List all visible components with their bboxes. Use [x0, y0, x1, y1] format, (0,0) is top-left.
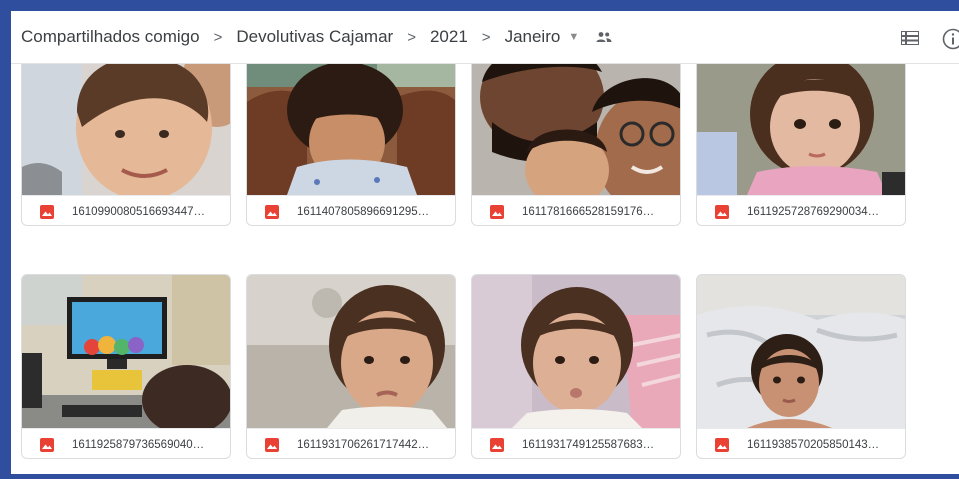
image-thumbnail — [697, 42, 905, 195]
image-file-icon — [265, 205, 279, 219]
image-file-icon — [40, 438, 54, 452]
file-card[interactable]: 1611781666528159176… — [471, 41, 681, 226]
people-icon — [595, 31, 613, 43]
file-caption: 1610990080516693447… — [22, 195, 230, 225]
breadcrumb: Compartilhados comigo > Devolutivas Caja… — [21, 27, 613, 47]
file-caption: 1611925879736569040… — [22, 428, 230, 458]
breadcrumb-separator: > — [213, 28, 223, 46]
image-thumbnail — [472, 275, 680, 428]
image-file-icon — [715, 438, 729, 452]
file-card[interactable]: 1611931706261717442… — [246, 274, 456, 459]
list-view-icon[interactable] — [900, 30, 920, 50]
image-thumbnail — [22, 275, 230, 428]
file-name: 1611407805896691295… — [297, 206, 430, 218]
image-file-icon — [715, 205, 729, 219]
breadcrumb-separator: > — [407, 28, 416, 46]
info-icon[interactable] — [942, 28, 959, 55]
image-file-icon — [490, 205, 504, 219]
breadcrumb-devolutivas-cajamar[interactable]: Devolutivas Cajamar — [236, 27, 393, 47]
file-caption: 1611938570205850143… — [697, 428, 905, 458]
breadcrumb-separator: > — [481, 28, 491, 46]
toolbar-header: Compartilhados comigo > Devolutivas Caja… — [11, 11, 959, 64]
file-name: 1610990080516693447… — [72, 206, 206, 218]
file-caption: 1611931749125587683… — [472, 428, 680, 458]
file-caption: 1611781666528159176… — [472, 195, 680, 225]
file-card[interactable]: 1611925879736569040… — [21, 274, 231, 459]
image-thumbnail — [22, 42, 230, 195]
breadcrumb-shared-with-me[interactable]: Compartilhados comigo — [21, 27, 200, 47]
image-thumbnail — [247, 275, 455, 428]
image-file-icon — [40, 205, 54, 219]
file-name: 1611938570205850143… — [747, 439, 880, 451]
file-caption: 1611931706261717442… — [247, 428, 455, 458]
file-name: 1611925728769290034… — [747, 206, 880, 218]
file-name: 1611925879736569040… — [72, 439, 205, 451]
file-name: 1611931749125587683… — [522, 439, 655, 451]
image-thumbnail — [697, 275, 905, 428]
breadcrumb-2021[interactable]: 2021 — [430, 27, 468, 47]
chevron-down-icon[interactable]: ▼ — [568, 31, 579, 43]
file-grid: 1610990080516693447… 1611407805896691295… — [11, 41, 959, 474]
window-frame: Compartilhados comigo > Devolutivas Caja… — [0, 0, 959, 479]
image-thumbnail — [247, 42, 455, 195]
file-card[interactable]: 1610990080516693447… — [21, 41, 231, 226]
file-caption: 1611925728769290034… — [697, 195, 905, 225]
file-card[interactable]: 1611925728769290034… — [696, 41, 906, 226]
image-thumbnail — [472, 42, 680, 195]
file-name: 1611781666528159176… — [522, 206, 655, 218]
image-file-icon — [265, 438, 279, 452]
file-name: 1611931706261717442… — [297, 439, 430, 451]
breadcrumb-janeiro[interactable]: Janeiro — [505, 27, 561, 47]
file-card[interactable]: 1611938570205850143… — [696, 274, 906, 459]
file-card[interactable]: 1611931749125587683… — [471, 274, 681, 459]
file-card[interactable]: 1611407805896691295… — [246, 41, 456, 226]
file-caption: 1611407805896691295… — [247, 195, 455, 225]
image-file-icon — [490, 438, 504, 452]
